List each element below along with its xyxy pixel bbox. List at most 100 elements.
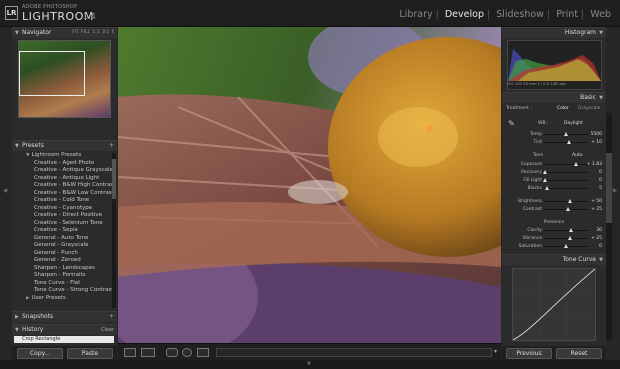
slider-value[interactable]: 0: [599, 243, 602, 250]
snapshots-header[interactable]: ▶ Snapshots +: [12, 311, 117, 322]
slider-thumb[interactable]: [564, 244, 568, 248]
treatment-color[interactable]: Color: [557, 106, 569, 111]
toolbar-menu-chevron-icon[interactable]: ▾: [494, 348, 497, 355]
preset-item[interactable]: General - Zeroed: [12, 257, 117, 265]
slider-track[interactable]: [542, 170, 588, 174]
module-library[interactable]: Library: [396, 9, 435, 20]
navigator-viewport-box[interactable]: [19, 51, 85, 96]
slider-track[interactable]: [544, 244, 588, 248]
before-after-view-icon[interactable]: [141, 348, 155, 357]
module-slideshow[interactable]: Slideshow: [493, 9, 547, 20]
navigator-header[interactable]: ▼ Navigator FIT FILL 1:1 3:1 ⁑: [12, 27, 117, 38]
preset-item[interactable]: Creative - Direct Positive: [12, 212, 117, 220]
histogram-header[interactable]: Histogram ▼: [502, 27, 606, 38]
slider-clarity[interactable]: Clarity 30: [502, 227, 606, 234]
slider-track[interactable]: [544, 162, 588, 166]
slider-vibrance[interactable]: Vibrance + 25: [502, 235, 606, 242]
preset-item[interactable]: Creative - Aged Photo: [12, 160, 117, 168]
history-item[interactable]: Crop Rectangle: [14, 336, 114, 343]
slider-thumb[interactable]: [542, 178, 547, 182]
add-preset-icon[interactable]: +: [109, 141, 114, 151]
wb-select[interactable]: Daylight: [564, 121, 583, 126]
preset-item[interactable]: General - Grayscale: [12, 242, 117, 250]
auto-tone-button[interactable]: Auto: [572, 153, 582, 158]
slider-contrast[interactable]: Contrast + 25: [502, 206, 606, 213]
scrollbar-thumb[interactable]: [606, 153, 612, 223]
slider-value[interactable]: 5500: [591, 131, 602, 138]
left-panel-toggle-icon[interactable]: ◀: [2, 186, 8, 196]
slider-track[interactable]: [544, 228, 588, 232]
slider-thumb[interactable]: [568, 199, 573, 203]
slider-track[interactable]: [544, 186, 588, 190]
slider-value[interactable]: + 25: [591, 206, 602, 213]
slider-value[interactable]: 30: [596, 227, 602, 234]
slider-thumb[interactable]: [544, 186, 549, 190]
copy-button[interactable]: Copy...: [17, 348, 63, 359]
preset-item[interactable]: Tone Curve - Flat: [12, 280, 117, 288]
navigator-preview[interactable]: [18, 40, 111, 118]
scrollbar-thumb[interactable]: [112, 159, 116, 199]
slider-track[interactable]: [544, 236, 588, 240]
slider-thumb[interactable]: [573, 162, 578, 166]
reset-button[interactable]: Reset: [556, 348, 602, 359]
slider-recovery[interactable]: Recovery 0: [502, 169, 606, 176]
preset-item[interactable]: Creative - Cyanotype: [12, 205, 117, 213]
preset-folder[interactable]: ▶ User Presets: [12, 295, 117, 303]
slider-thumb[interactable]: [566, 140, 571, 144]
clear-history-button[interactable]: Clear: [101, 325, 114, 335]
slider-value[interactable]: + 10: [591, 139, 602, 146]
preset-item[interactable]: Creative - Cold Tone: [12, 197, 117, 205]
slider-blacks[interactable]: Blacks 5: [502, 185, 606, 192]
presets-header[interactable]: ▼ Presets +: [12, 140, 117, 151]
slider-fill-light[interactable]: Fill Light 0: [502, 177, 606, 184]
slider-tint[interactable]: Tint + 10: [502, 139, 606, 146]
slider-value[interactable]: 0: [599, 177, 602, 184]
slider-thumb[interactable]: [564, 132, 568, 136]
preset-item[interactable]: Sharpen - Landscapes: [12, 265, 117, 273]
red-eye-tool-icon[interactable]: [182, 348, 192, 357]
navigator-zoom-options[interactable]: FIT FILL 1:1 3:1 ⁑: [72, 28, 114, 38]
preset-item[interactable]: Tone Curve - Strong Contrast: [12, 287, 117, 295]
slider-value[interactable]: + 25: [591, 235, 602, 242]
tone-curve-header[interactable]: Tone Curve ▼: [502, 254, 606, 265]
previous-button[interactable]: Previous: [506, 348, 552, 359]
slider-track[interactable]: [544, 140, 588, 144]
slider-value[interactable]: + 50: [591, 198, 602, 205]
filmstrip-toggle-icon[interactable]: ▼: [307, 361, 311, 367]
slider-value[interactable]: 0: [599, 169, 602, 176]
slider-track[interactable]: [544, 207, 588, 211]
preset-item[interactable]: Creative - Sepia: [12, 227, 117, 235]
preset-item[interactable]: Creative - Selenium Tone: [12, 220, 117, 228]
module-print[interactable]: Print: [553, 9, 581, 20]
right-panel-toggle-icon[interactable]: ▶: [612, 186, 618, 196]
basic-header[interactable]: Basic ▼: [502, 92, 606, 103]
slider-brightness[interactable]: Brightness + 50: [502, 198, 606, 205]
loupe-view-icon[interactable]: [124, 348, 136, 357]
tone-curve-graph[interactable]: [512, 268, 596, 341]
slider-exposure[interactable]: Exposure + 1.83: [502, 161, 606, 168]
slider-track[interactable]: [544, 199, 588, 203]
slider-value[interactable]: + 1.83: [587, 161, 602, 168]
add-snapshot-icon[interactable]: +: [109, 312, 114, 322]
slider-thumb[interactable]: [566, 207, 571, 211]
preset-item[interactable]: General - Auto Tone: [12, 235, 117, 243]
slider-thumb[interactable]: [569, 228, 574, 232]
slider-thumb[interactable]: [568, 236, 573, 240]
right-panel-scrollbar[interactable]: [606, 113, 612, 340]
presets-scrollbar[interactable]: [112, 153, 116, 308]
preset-item[interactable]: Creative - B&W High Contrast: [12, 182, 117, 190]
white-balance-eyedropper-icon[interactable]: ✎: [508, 119, 518, 128]
preset-folder[interactable]: ▼ Lightroom Presets: [12, 152, 117, 160]
crop-tool-icon[interactable]: [166, 348, 178, 357]
preset-item[interactable]: Creative - Antique Light: [12, 175, 117, 183]
slider-track[interactable]: [542, 178, 588, 182]
preset-item[interactable]: Creative - B&W Low Contrast: [12, 190, 117, 198]
spot-removal-icon[interactable]: [197, 348, 209, 357]
slider-saturation[interactable]: Saturation 0: [502, 243, 606, 250]
paste-button[interactable]: Paste: [67, 348, 113, 359]
preset-item[interactable]: Sharpen - Portraits: [12, 272, 117, 280]
slider-value[interactable]: 5: [599, 185, 602, 192]
treatment-grayscale[interactable]: Grayscale: [578, 106, 600, 111]
slider-track[interactable]: [544, 132, 588, 136]
history-header[interactable]: ▼ History Clear: [12, 324, 117, 335]
